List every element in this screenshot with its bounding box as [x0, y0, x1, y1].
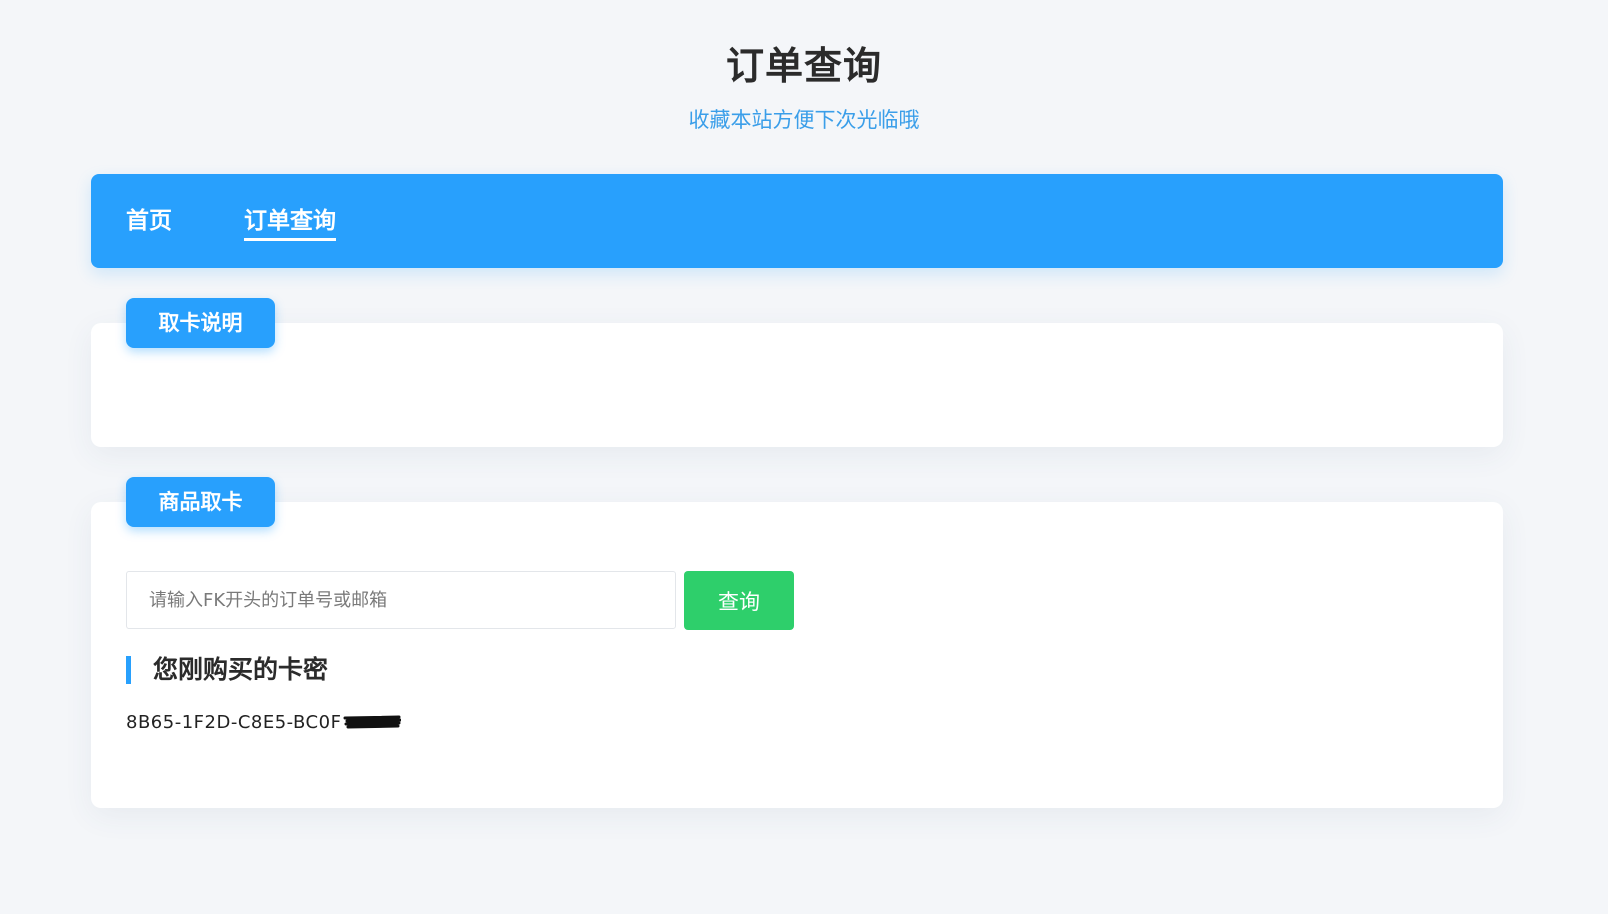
page-title: 订单查询: [725, 44, 882, 88]
nav-item-home[interactable]: 首页: [126, 206, 172, 238]
page-header: 订单查询 收藏本站方便下次光临哦: [0, 38, 1608, 134]
nav-item-order-query[interactable]: 订单查询: [244, 206, 336, 241]
card-fetch-tag: 商品取卡: [126, 477, 275, 527]
scribble-redaction-icon: [343, 715, 402, 729]
order-search-input[interactable]: [126, 571, 676, 629]
card-key-text: 8B65-1F2D-C8E5-BC0F: [126, 712, 342, 733]
card-instructions-panel: [91, 323, 1503, 447]
card-key-row: 8B65-1F2D-C8E5-BC0F: [126, 710, 402, 736]
result-heading: 您刚购买的卡密: [126, 656, 328, 684]
card-instructions-tag: 取卡说明: [126, 298, 275, 348]
query-button[interactable]: 查询: [684, 571, 794, 630]
top-navbar: 首页 订单查询: [91, 174, 1503, 268]
page-subtitle: 收藏本站方便下次光临哦: [688, 108, 920, 132]
